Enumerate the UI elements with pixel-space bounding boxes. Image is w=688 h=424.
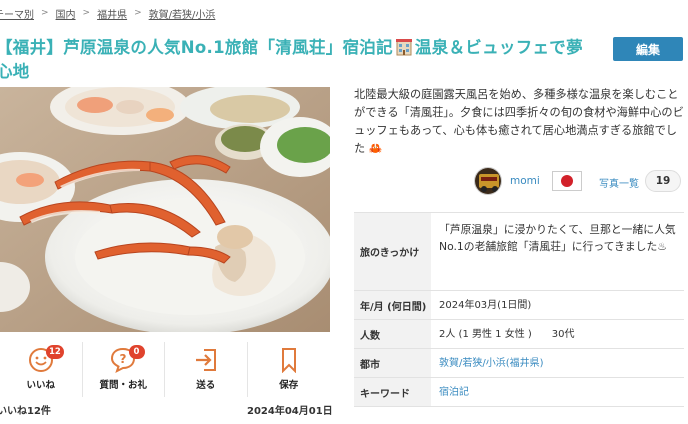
breadcrumb-theme[interactable]: テーマ別 xyxy=(0,6,34,21)
hotel-icon xyxy=(395,38,413,56)
send-icon xyxy=(195,349,216,371)
crab-photo-image xyxy=(0,87,330,332)
svg-text:?: ? xyxy=(120,352,127,366)
post-date: 2024年04月01日 xyxy=(247,406,333,417)
bookmark-icon xyxy=(281,348,296,373)
info-label: 人数 xyxy=(354,320,431,348)
save-label: 保存 xyxy=(279,380,299,391)
main-photo[interactable] xyxy=(0,87,330,332)
info-label: キーワード xyxy=(354,378,431,406)
info-value: 2人 (1 男性 1 女性 ) 30代 xyxy=(439,328,575,340)
send-label: 送る xyxy=(196,380,216,391)
breadcrumb-tsuruga[interactable]: 敦賀/若狭/小浜 xyxy=(149,6,216,21)
city-link[interactable]: 敦賀/若狭/小浜(福井県) xyxy=(439,355,544,372)
info-value: 「芦原温泉」に浸かりたくて、旦那と一緒に人気No.1の老舗旅館「清風荘」に行って… xyxy=(439,223,676,253)
author-info[interactable]: momi xyxy=(474,167,540,195)
description: 北陸最大級の庭園露天風呂を始め、多種多様な温泉を楽しむことができる「清風荘」。夕… xyxy=(354,86,684,158)
description-text: 北陸最大級の庭園露天風呂を始め、多種多様な温泉を楽しむことができる「清風荘」。夕… xyxy=(354,88,684,155)
send-button[interactable]: 送る xyxy=(165,342,248,397)
question-count-badge: 0 xyxy=(128,345,145,359)
breadcrumb-domestic[interactable]: 国内 xyxy=(56,6,76,21)
breadcrumb: テーマ別 > 国内 > 福井県 > 敦賀/若狭/小浜 xyxy=(0,4,215,22)
like-button[interactable]: 12 いいね xyxy=(0,342,83,397)
question-label: 質問・お礼 xyxy=(99,380,147,391)
like-label: いいね xyxy=(26,380,55,391)
keyword-link[interactable]: 宿泊記 xyxy=(439,384,469,401)
info-value-cell: 敦賀/若狭/小浜(福井県) xyxy=(431,349,684,377)
page-title: 【福井】芦原温泉の人気No.1旅館「清風荘」宿泊記 温泉＆ビュッフェで夢心地 xyxy=(0,36,586,84)
info-row-people: 人数 2人 (1 男性 1 女性 ) 30代 xyxy=(354,320,684,349)
like-count-badge: 12 xyxy=(46,345,64,359)
like-total: いいね12件 xyxy=(0,406,51,417)
japan-flag-icon xyxy=(552,171,582,191)
info-label: 年/月 (何日間) xyxy=(354,291,431,319)
info-label: 旅のきっかけ xyxy=(354,213,431,290)
info-row-date: 年/月 (何日間) 2024年03月(1日間) xyxy=(354,291,684,320)
avatar[interactable] xyxy=(474,167,502,195)
save-button[interactable]: 保存 xyxy=(248,342,331,397)
crab-icon: 🦀 xyxy=(368,142,383,155)
info-row-keyword: キーワード 宿泊記 xyxy=(354,378,684,407)
info-value: 2024年03月(1日間) xyxy=(439,299,532,311)
info-label: 都市 xyxy=(354,349,431,377)
info-value-cell: 宿泊記 xyxy=(431,378,684,406)
info-row-reason: 旅のきっかけ 「芦原温泉」に浸かりたくて、旦那と一緒に人気No.1の老舗旅館「清… xyxy=(354,213,684,291)
info-row-city: 都市 敦賀/若狭/小浜(福井県) xyxy=(354,349,684,378)
question-button[interactable]: ? 0 質問・お礼 xyxy=(83,342,165,397)
photo-count-badge[interactable]: 19 xyxy=(645,170,681,192)
photo-list-link[interactable]: 写真一覧 xyxy=(599,175,639,190)
breadcrumb-separator: > xyxy=(41,8,49,18)
breadcrumb-fukui[interactable]: 福井県 xyxy=(97,6,127,21)
edit-button[interactable]: 編集 xyxy=(613,37,683,61)
action-bar: 12 いいね ? 0 質問・お礼 送る 保存 xyxy=(0,342,330,397)
breadcrumb-separator: > xyxy=(134,8,142,18)
title-main: 【福井】芦原温泉の人気No.1旅館「清風荘」宿泊記 xyxy=(0,38,393,57)
author-name[interactable]: momi xyxy=(510,175,540,187)
breadcrumb-separator: > xyxy=(82,8,91,18)
travel-info-table: 旅のきっかけ 「芦原温泉」に浸かりたくて、旦那と一緒に人気No.1の老舗旅館「清… xyxy=(354,212,684,407)
